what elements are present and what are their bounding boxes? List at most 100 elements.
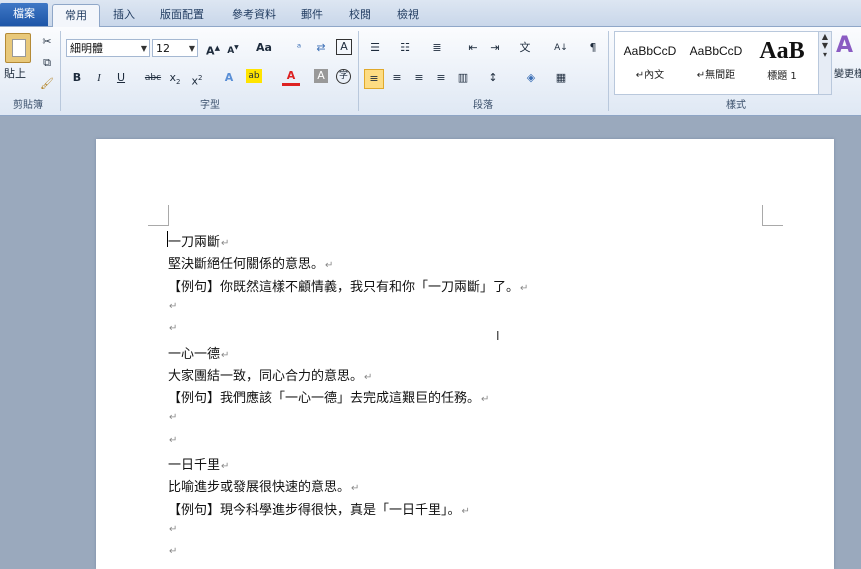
multilevel-list-icon[interactable]: ≣: [428, 39, 446, 57]
document-line[interactable]: ↵: [168, 521, 177, 536]
separator: [60, 31, 61, 111]
line-text: 堅決斷絕任何關係的意思。: [168, 257, 325, 273]
text-effects-icon[interactable]: A: [220, 69, 238, 87]
format-painter-icon[interactable]: 🖌: [38, 75, 56, 93]
paragraph-mark-icon: ↵: [221, 349, 230, 361]
align-right-icon[interactable]: ≡: [410, 69, 428, 87]
character-shading-icon[interactable]: A: [314, 69, 328, 83]
document-line[interactable]: 一刀兩斷↵: [168, 231, 229, 250]
document-line[interactable]: 【例句】現今科學進步得很快，真是「一日千里」。↵: [168, 499, 470, 518]
superscript-icon[interactable]: x2: [188, 69, 206, 88]
document-line[interactable]: ↵: [168, 432, 177, 447]
character-border-icon[interactable]: A: [336, 39, 352, 55]
phonetic-guide-icon[interactable]: ᵃ: [290, 39, 308, 57]
increase-indent-icon[interactable]: ⇥: [486, 39, 504, 57]
numbering-icon[interactable]: ☷: [396, 39, 414, 57]
line-text: 【例句】我們應該「一心一德」去完成這艱巨的任務。: [168, 391, 481, 407]
paragraph-mark-icon: ↵: [221, 238, 230, 249]
change-styles-icon[interactable]: A: [836, 33, 861, 63]
paste-icon[interactable]: [5, 33, 31, 63]
document-line[interactable]: ↵: [168, 320, 177, 335]
line-spacing-icon[interactable]: ↕: [484, 69, 502, 87]
paragraph-mark-icon: ↵: [520, 282, 529, 294]
borders-icon[interactable]: ▦: [552, 69, 570, 87]
style-heading-1[interactable]: AaB 標題 1: [749, 34, 815, 84]
italic-icon[interactable]: I: [90, 69, 108, 87]
paragraph-mark-icon: ↵: [169, 523, 178, 535]
document-line[interactable]: 一心一德↵: [168, 343, 229, 362]
font-size-combo[interactable]: 12 ▼: [152, 39, 198, 57]
change-styles-button[interactable]: 變更樣: [834, 65, 861, 80]
style-no-spacing[interactable]: AaBbCcD ↵無間距: [683, 38, 749, 88]
line-text: 一心一德: [168, 346, 221, 362]
shading-icon[interactable]: ◈: [522, 69, 540, 87]
cut-icon[interactable]: ✂: [38, 33, 56, 51]
styles-gallery: AaBbCcD ↵內文 AaBbCcD ↵無間距 AaB 標題 1: [614, 31, 820, 95]
document-line[interactable]: 大家團結一致，同心合力的意思。↵: [168, 365, 372, 384]
document-page[interactable]: I 一刀兩斷↵ 堅決斷絕任何關係的意思。↵ 【例句】你既然這樣不顧情義，我只有和你「…: [96, 139, 834, 569]
grow-font-icon[interactable]: A▲: [204, 39, 222, 58]
ribbon-tab-bar: 檔案 常用 插入 版面配置 參考資料 郵件 校閱 檢視: [0, 0, 861, 27]
subscript-icon[interactable]: x2: [166, 69, 184, 87]
tab-layout[interactable]: 版面配置: [150, 4, 214, 26]
tab-insert[interactable]: 插入: [104, 4, 144, 26]
justify-icon[interactable]: ≡: [432, 69, 450, 87]
style-name: ↵無間距: [696, 70, 736, 81]
tab-view[interactable]: 檢視: [388, 4, 428, 26]
paste-button[interactable]: 貼上: [4, 65, 26, 81]
document-line[interactable]: 【例句】你既然這樣不顧情義，我只有和你「一刀兩斷」了。↵: [168, 276, 528, 295]
distributed-icon[interactable]: ▥: [454, 69, 472, 87]
paragraph-mark-icon: ↵: [169, 412, 178, 424]
document-line[interactable]: ↵: [168, 409, 177, 424]
line-text: 一日千里: [168, 458, 221, 473]
change-case-button[interactable]: Aa: [252, 39, 276, 57]
decrease-indent-icon[interactable]: ⇤: [464, 39, 482, 57]
crop-mark-left: [148, 205, 169, 226]
tab-review[interactable]: 校閱: [340, 4, 380, 26]
enclose-characters-icon[interactable]: 字: [336, 69, 351, 84]
font-name-value: 細明體: [70, 42, 103, 55]
style-normal[interactable]: AaBbCcD ↵內文: [617, 38, 683, 88]
tab-file[interactable]: 檔案: [0, 3, 48, 26]
shrink-font-icon[interactable]: A▼: [224, 39, 242, 57]
underline-icon[interactable]: U: [112, 69, 130, 87]
tab-mailings[interactable]: 郵件: [292, 4, 332, 26]
bold-icon[interactable]: B: [68, 69, 86, 87]
highlight-icon[interactable]: ab: [246, 69, 262, 83]
line-text: 比喻進步或發展很快速的意思。: [168, 480, 351, 496]
paragraph-mark-icon: ↵: [169, 323, 178, 335]
bullets-icon[interactable]: ☰: [366, 39, 384, 57]
document-line[interactable]: 【例句】我們應該「一心一德」去完成這艱巨的任務。↵: [168, 387, 489, 406]
align-center-icon[interactable]: ≡: [388, 69, 406, 87]
document-line[interactable]: ↵: [168, 298, 177, 313]
paragraph-mark-icon: ↵: [481, 394, 490, 406]
show-hide-marks-icon[interactable]: ¶: [584, 39, 602, 57]
line-text: 一刀兩斷: [168, 235, 221, 250]
change-case-label: Aa: [256, 41, 272, 54]
font-group-label: 字型: [200, 100, 220, 111]
align-left-icon[interactable]: ≡: [364, 69, 384, 89]
line-text: 【例句】你既然這樣不顧情義，我只有和你「一刀兩斷」了。: [168, 279, 520, 295]
asian-layout-icon[interactable]: 文: [516, 39, 534, 57]
styles-scroll[interactable]: ▲ ▼ ▾: [818, 31, 832, 95]
tab-home[interactable]: 常用: [52, 4, 100, 27]
line-text: 大家團結一致，同心合力的意思。: [168, 368, 364, 384]
paragraph-mark-icon: ↵: [351, 483, 360, 495]
document-line[interactable]: 一日千里↵: [168, 454, 229, 473]
paragraph-mark-icon: ↵: [325, 260, 334, 272]
font-color-icon[interactable]: A: [282, 69, 300, 86]
sort-icon[interactable]: A↓: [552, 39, 570, 57]
styles-group-label: 樣式: [726, 100, 746, 111]
separator: [358, 31, 359, 111]
paragraph-mark-icon: ↵: [461, 505, 470, 517]
document-line[interactable]: 比喻進步或發展很快速的意思。↵: [168, 476, 359, 495]
strikethrough-icon[interactable]: abc: [142, 69, 164, 87]
document-line[interactable]: ↵: [168, 543, 177, 558]
font-name-combo[interactable]: 細明體 ▼: [66, 39, 150, 57]
char-width-icon[interactable]: ⇄: [312, 39, 330, 57]
font-size-value: 12: [156, 42, 170, 55]
document-line[interactable]: 堅決斷絕任何關係的意思。↵: [168, 253, 333, 272]
tab-references[interactable]: 參考資料: [222, 4, 286, 26]
line-text: 【例句】現今科學進步得很快，真是「一日千里」。: [168, 502, 461, 518]
copy-icon[interactable]: ⧉: [38, 54, 56, 72]
